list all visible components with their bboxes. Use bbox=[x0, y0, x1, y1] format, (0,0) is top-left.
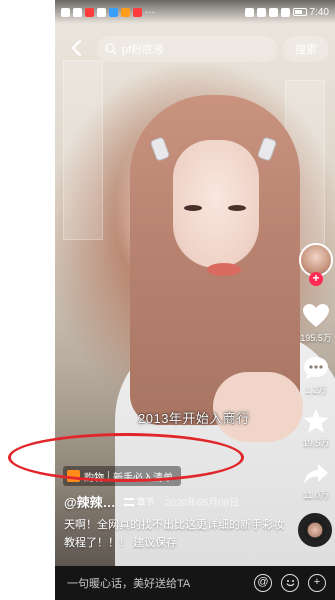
back-arrow-glyph bbox=[71, 39, 82, 57]
search-button[interactable]: 搜索 bbox=[283, 36, 329, 62]
share-button[interactable]: 11.0万 bbox=[296, 462, 335, 501]
video-description[interactable]: 天啊！全网真的找不出比这更详细的新手彩妆教程了！！！ 建议保存 bbox=[64, 516, 286, 552]
battery-icon bbox=[292, 8, 307, 16]
favorite-button[interactable]: 19.5万 bbox=[296, 408, 335, 449]
like-count: 195.5万 bbox=[300, 333, 332, 343]
smiley-glyph bbox=[286, 580, 294, 587]
heart-icon bbox=[303, 304, 329, 327]
search-icon bbox=[105, 43, 117, 55]
favorite-count: 19.5万 bbox=[302, 438, 330, 448]
star-icon bbox=[303, 409, 329, 433]
search-input[interactable]: pf粉底液 bbox=[97, 36, 277, 62]
follow-button[interactable]: + bbox=[309, 272, 323, 286]
author-name[interactable]: @辣辣… bbox=[64, 492, 116, 511]
video-subtitle: 2013年开始入商行 bbox=[138, 411, 250, 426]
post-date: 2020年05月08日 bbox=[164, 498, 240, 509]
add-icon[interactable]: + bbox=[308, 574, 326, 592]
like-button[interactable]: 195.5万 bbox=[296, 303, 335, 344]
more-notifications: ··· bbox=[145, 6, 155, 18]
bluetooth-icon bbox=[280, 7, 290, 17]
comment-icon bbox=[304, 357, 328, 379]
comment-input[interactable]: 一句暖心话，美好送给TA bbox=[55, 575, 254, 591]
comment-bar: 一句暖心话，美好送给TA @ + bbox=[55, 566, 335, 600]
wall-panel bbox=[63, 60, 103, 240]
search-query: pf粉底液 bbox=[122, 44, 165, 56]
status-bar: ··· 7:40 bbox=[55, 0, 335, 24]
presenter-eye bbox=[184, 205, 202, 211]
app-notification-icon bbox=[109, 7, 118, 17]
comment-button[interactable]: 1.2万 bbox=[296, 355, 335, 396]
author-row: @辣辣… 章节 2020年05月08日 bbox=[64, 492, 239, 511]
app-notification-icon bbox=[121, 7, 130, 17]
presenter-face bbox=[173, 140, 259, 268]
signal-icon bbox=[61, 7, 70, 17]
status-notifications: ··· bbox=[61, 7, 155, 18]
nfc-icon bbox=[256, 7, 266, 17]
highlight-annotation-oval bbox=[8, 433, 244, 482]
chapters-icon bbox=[123, 497, 134, 506]
wifi-icon bbox=[73, 7, 82, 17]
emoji-icon[interactable] bbox=[281, 574, 299, 592]
share-arrow-icon bbox=[304, 464, 328, 484]
presenter-eye bbox=[228, 205, 246, 211]
app-notification-icon bbox=[133, 7, 142, 17]
clock: 7:40 bbox=[309, 6, 329, 18]
app-notification-icon bbox=[97, 7, 106, 17]
mention-icon[interactable]: @ bbox=[254, 574, 272, 592]
eye-icon bbox=[244, 7, 254, 17]
chapters-label: 章节 bbox=[136, 497, 155, 507]
presenter-lips bbox=[207, 263, 241, 276]
presenter-hand bbox=[213, 372, 303, 442]
mute-icon bbox=[268, 7, 278, 17]
chapters-button[interactable]: 章节 bbox=[123, 495, 155, 508]
comment-count: 1.2万 bbox=[305, 385, 327, 395]
app-notification-icon bbox=[85, 7, 94, 17]
share-count: 11.0万 bbox=[303, 490, 329, 500]
back-arrow-icon[interactable] bbox=[66, 37, 88, 59]
music-disc-icon[interactable] bbox=[298, 513, 332, 547]
status-system: 7:40 bbox=[244, 6, 329, 18]
